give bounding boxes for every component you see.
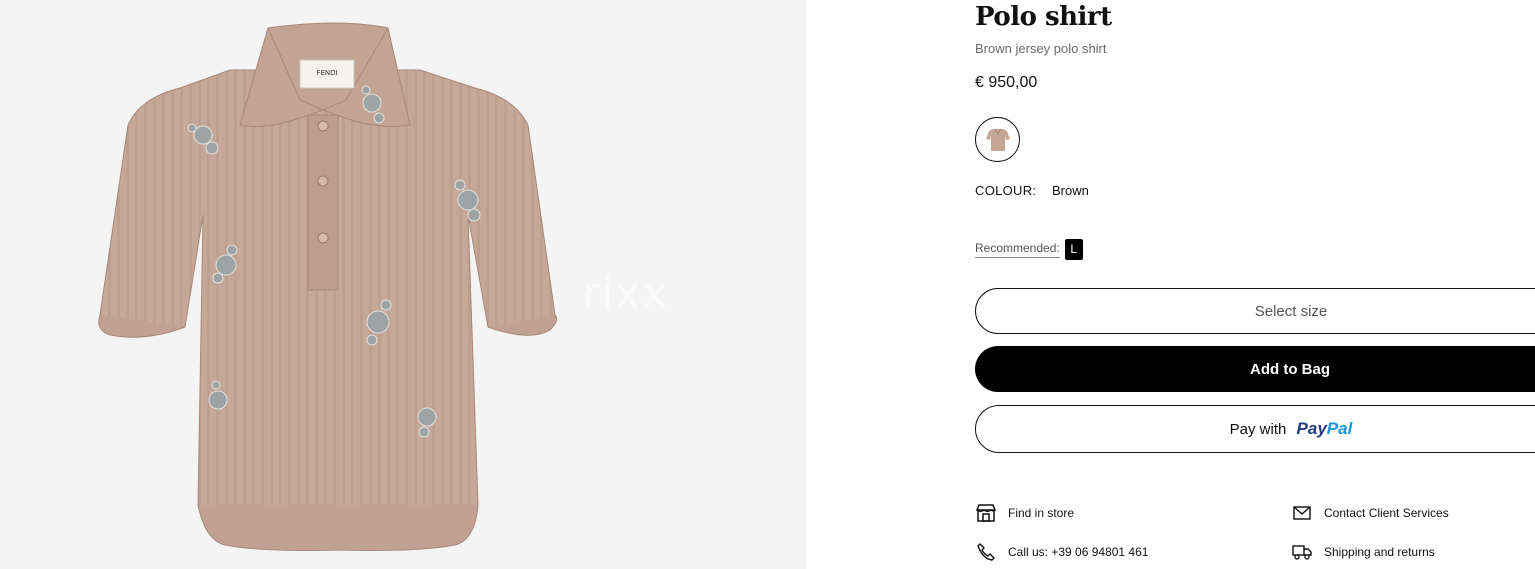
select-size-label: Select size bbox=[1254, 302, 1328, 320]
paypal-logo: PayPal bbox=[1296, 419, 1353, 438]
svg-text:FENDI: FENDI bbox=[316, 69, 337, 77]
truck-icon bbox=[1291, 541, 1313, 563]
phone-icon bbox=[975, 541, 997, 563]
contact-client-services-link[interactable]: Contact Client Services bbox=[1291, 502, 1449, 524]
colour-value: Brown bbox=[1051, 183, 1089, 198]
product-image: FENDI bbox=[98, 22, 558, 551]
colour-row: COLOUR: Brown bbox=[975, 183, 1089, 198]
recommended-size-badge: L bbox=[1064, 239, 1083, 260]
paypal-label: Pay with PayPal bbox=[1230, 419, 1353, 439]
product-image-panel[interactable]: FENDI rixx bbox=[0, 0, 806, 569]
paypal-button[interactable]: Pay with PayPal bbox=[975, 405, 1535, 453]
colour-label: COLOUR: bbox=[975, 183, 1037, 198]
add-to-bag-button[interactable]: Add to Bag bbox=[975, 346, 1535, 392]
add-to-bag-label: Add to Bag bbox=[1250, 360, 1330, 378]
store-icon bbox=[975, 502, 997, 524]
shipping-returns-label: Shipping and returns bbox=[1324, 545, 1435, 559]
product-title: Polo shirt bbox=[975, 2, 1112, 32]
call-us-label: Call us: +39 06 94801 461 bbox=[1008, 545, 1149, 559]
shipping-returns-link[interactable]: Shipping and returns bbox=[1291, 541, 1435, 563]
mail-icon bbox=[1291, 502, 1313, 524]
product-price: € 950,00 bbox=[975, 74, 1038, 91]
contact-client-services-label: Contact Client Services bbox=[1324, 506, 1449, 520]
product-info: Polo shirt Brown jersey polo shirt € 950… bbox=[975, 0, 1535, 569]
pay-with-text: Pay with bbox=[1229, 421, 1287, 438]
colour-swatch-brown[interactable] bbox=[975, 117, 1020, 162]
find-in-store-link[interactable]: Find in store bbox=[975, 502, 1074, 524]
recommended-size-row: Recommended: L bbox=[975, 239, 1083, 260]
find-in-store-label: Find in store bbox=[1008, 506, 1075, 520]
call-us-link[interactable]: Call us: +39 06 94801 461 bbox=[975, 541, 1148, 563]
recommended-size-link[interactable]: Recommended: bbox=[975, 241, 1060, 258]
image-watermark: rixx bbox=[582, 268, 669, 319]
select-size-button[interactable]: Select size bbox=[975, 288, 1535, 334]
product-subtitle: Brown jersey polo shirt bbox=[975, 41, 1107, 56]
swatch-thumbnail bbox=[985, 128, 1010, 151]
